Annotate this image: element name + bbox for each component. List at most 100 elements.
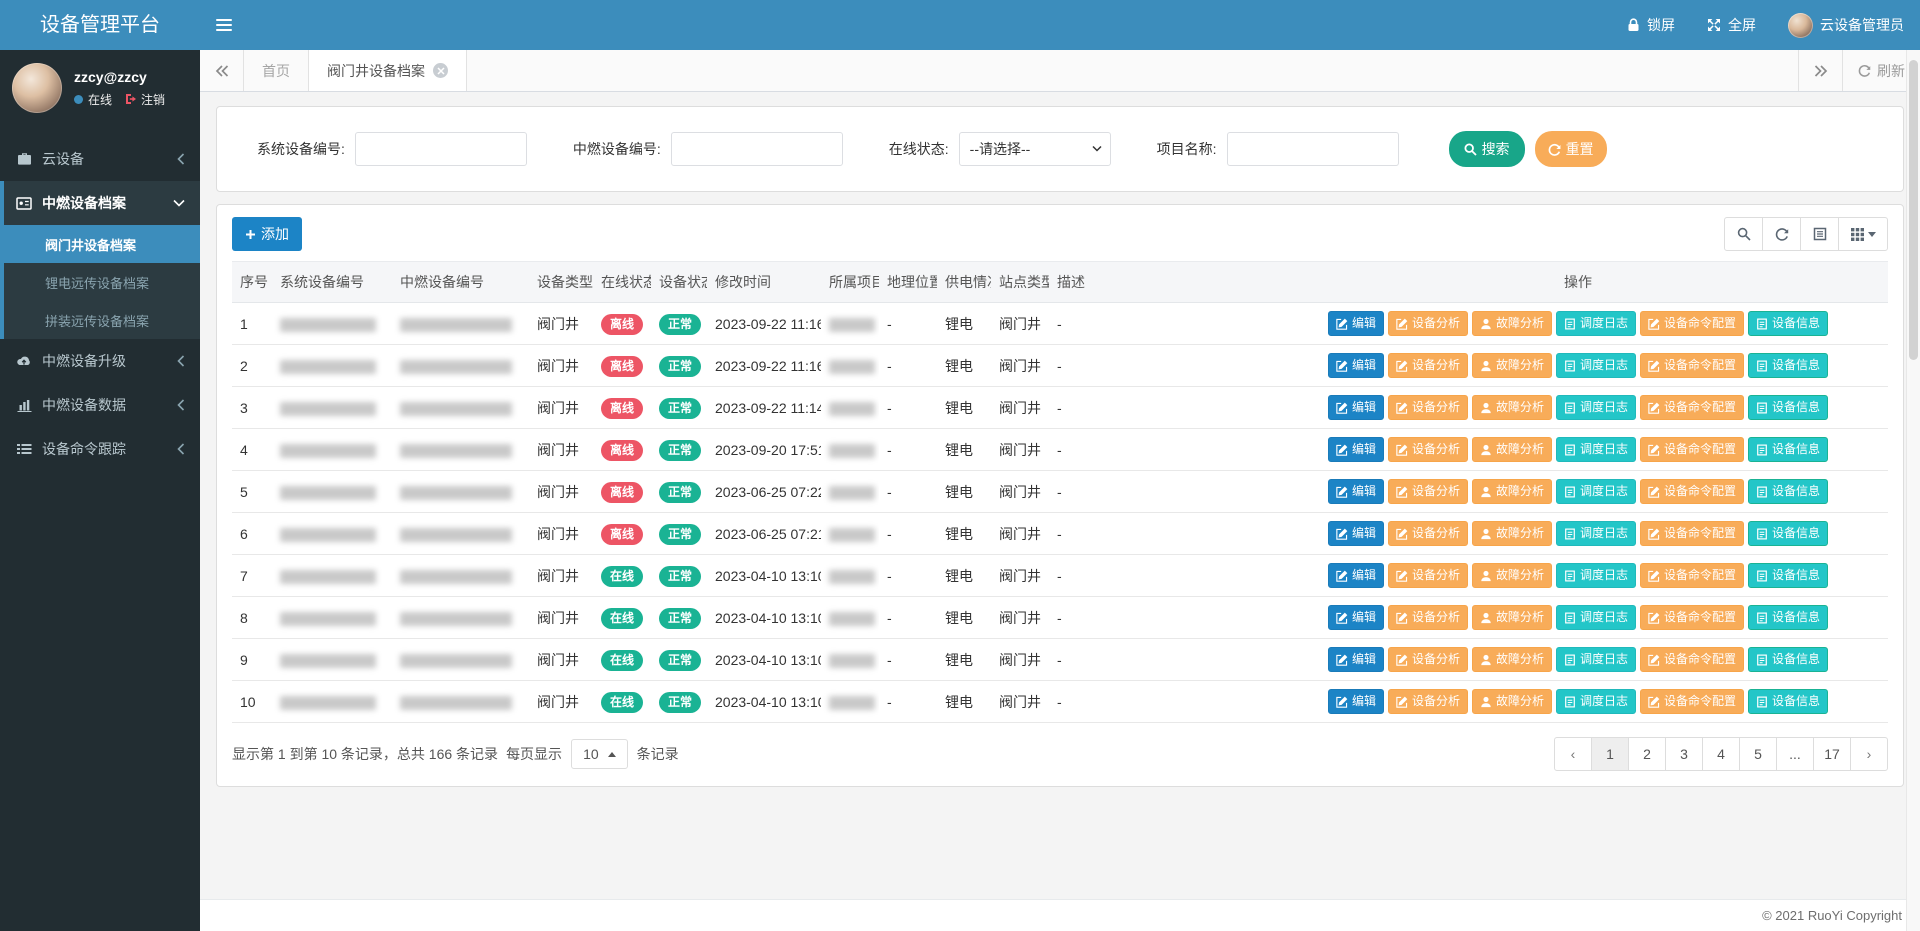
user-menu[interactable]: 云设备管理员 [1772, 0, 1920, 50]
action-button-故障分析[interactable]: 故障分析 [1472, 353, 1552, 378]
action-button-设备信息[interactable]: 设备信息 [1748, 605, 1828, 630]
tab-close-icon[interactable] [433, 63, 448, 78]
action-button-故障分析[interactable]: 故障分析 [1472, 395, 1552, 420]
action-button-设备信息[interactable]: 设备信息 [1748, 689, 1828, 714]
action-button-设备信息[interactable]: 设备信息 [1748, 563, 1828, 588]
action-button-调度日志[interactable]: 调度日志 [1556, 311, 1636, 336]
scrollbar-thumb[interactable] [1909, 60, 1918, 360]
action-button-编辑[interactable]: 编辑 [1328, 353, 1384, 378]
action-button-调度日志[interactable]: 调度日志 [1556, 437, 1636, 462]
action-button-调度日志[interactable]: 调度日志 [1556, 353, 1636, 378]
action-button-设备分析[interactable]: 设备分析 [1388, 563, 1468, 588]
action-button-调度日志[interactable]: 调度日志 [1556, 395, 1636, 420]
action-button-设备分析[interactable]: 设备分析 [1388, 311, 1468, 336]
toolbar-refresh-button[interactable] [1762, 217, 1801, 251]
action-button-故障分析[interactable]: 故障分析 [1472, 521, 1552, 546]
page-button-4[interactable]: 4 [1702, 737, 1740, 771]
page-button-1[interactable]: 1 [1591, 737, 1629, 771]
action-button-故障分析[interactable]: 故障分析 [1472, 647, 1552, 672]
action-button-编辑[interactable]: 编辑 [1328, 479, 1384, 504]
action-button-故障分析[interactable]: 故障分析 [1472, 479, 1552, 504]
tab-valve-well-archive[interactable]: 阀门井设备档案 [308, 50, 467, 91]
action-button-调度日志[interactable]: 调度日志 [1556, 605, 1636, 630]
sidebar-item-assembled-remote-archive[interactable]: 拼装远传设备档案 [4, 301, 200, 339]
action-button-设备命令配置[interactable]: 设备命令配置 [1640, 395, 1744, 420]
action-button-设备分析[interactable]: 设备分析 [1388, 521, 1468, 546]
sidebar-item-valve-well-archive[interactable]: 阀门井设备档案 [4, 225, 200, 263]
action-button-设备信息[interactable]: 设备信息 [1748, 311, 1828, 336]
action-button-故障分析[interactable]: 故障分析 [1472, 563, 1552, 588]
tabs-scroll-right-button[interactable] [1798, 50, 1842, 91]
action-button-设备分析[interactable]: 设备分析 [1388, 689, 1468, 714]
sidebar-item-command-tracking[interactable]: 设备命令跟踪 [0, 427, 200, 471]
action-button-设备信息[interactable]: 设备信息 [1748, 647, 1828, 672]
action-button-设备命令配置[interactable]: 设备命令配置 [1640, 647, 1744, 672]
action-button-设备信息[interactable]: 设备信息 [1748, 353, 1828, 378]
sidebar-item-device-data[interactable]: 中燃设备数据 [0, 383, 200, 427]
toolbar-columns-button[interactable] [1838, 217, 1888, 251]
sidebar-item-lithium-remote-archive[interactable]: 锂电远传设备档案 [4, 263, 200, 301]
action-button-故障分析[interactable]: 故障分析 [1472, 311, 1552, 336]
action-button-设备命令配置[interactable]: 设备命令配置 [1640, 437, 1744, 462]
page-button-‹[interactable]: ‹ [1554, 737, 1592, 771]
action-button-设备分析[interactable]: 设备分析 [1388, 647, 1468, 672]
action-button-设备命令配置[interactable]: 设备命令配置 [1640, 311, 1744, 336]
action-button-设备分析[interactable]: 设备分析 [1388, 437, 1468, 462]
action-button-编辑[interactable]: 编辑 [1328, 521, 1384, 546]
action-button-设备分析[interactable]: 设备分析 [1388, 395, 1468, 420]
toolbar-detail-view-button[interactable] [1800, 217, 1839, 251]
page-button-›[interactable]: › [1850, 737, 1888, 771]
tab-home[interactable]: 首页 [244, 50, 308, 91]
tabs-scroll-left-button[interactable] [200, 50, 244, 91]
page-button-17[interactable]: 17 [1813, 737, 1851, 771]
vertical-scrollbar[interactable] [1906, 50, 1920, 931]
action-button-设备分析[interactable]: 设备分析 [1388, 479, 1468, 504]
action-button-编辑[interactable]: 编辑 [1328, 605, 1384, 630]
action-button-编辑[interactable]: 编辑 [1328, 647, 1384, 672]
action-button-调度日志[interactable]: 调度日志 [1556, 647, 1636, 672]
action-button-编辑[interactable]: 编辑 [1328, 689, 1384, 714]
add-button[interactable]: 添加 [232, 217, 302, 251]
action-button-设备分析[interactable]: 设备分析 [1388, 353, 1468, 378]
action-button-设备命令配置[interactable]: 设备命令配置 [1640, 521, 1744, 546]
page-button-3[interactable]: 3 [1665, 737, 1703, 771]
sidebar-item-device-archive[interactable]: 中燃设备档案 [4, 181, 200, 225]
action-button-故障分析[interactable]: 故障分析 [1472, 437, 1552, 462]
action-button-编辑[interactable]: 编辑 [1328, 395, 1384, 420]
page-button-2[interactable]: 2 [1628, 737, 1666, 771]
page-button-5[interactable]: 5 [1739, 737, 1777, 771]
page-size-dropdown[interactable]: 10 [571, 739, 628, 769]
action-button-故障分析[interactable]: 故障分析 [1472, 689, 1552, 714]
fullscreen-button[interactable]: 全屏 [1691, 0, 1772, 50]
system-device-no-input[interactable] [355, 132, 527, 166]
sidebar-toggle-button[interactable] [200, 0, 248, 50]
action-button-设备命令配置[interactable]: 设备命令配置 [1640, 605, 1744, 630]
action-button-编辑[interactable]: 编辑 [1328, 311, 1384, 336]
lock-screen-button[interactable]: 锁屏 [1611, 0, 1691, 50]
action-button-调度日志[interactable]: 调度日志 [1556, 479, 1636, 504]
action-button-编辑[interactable]: 编辑 [1328, 437, 1384, 462]
action-button-设备信息[interactable]: 设备信息 [1748, 521, 1828, 546]
action-button-设备命令配置[interactable]: 设备命令配置 [1640, 689, 1744, 714]
online-status-select[interactable]: --请选择-- [959, 132, 1111, 166]
action-button-设备信息[interactable]: 设备信息 [1748, 479, 1828, 504]
app-title[interactable]: 设备管理平台 [0, 0, 200, 50]
project-name-input[interactable] [1227, 132, 1399, 166]
action-button-调度日志[interactable]: 调度日志 [1556, 521, 1636, 546]
action-button-设备命令配置[interactable]: 设备命令配置 [1640, 479, 1744, 504]
action-button-调度日志[interactable]: 调度日志 [1556, 563, 1636, 588]
sidebar-item-device-upgrade[interactable]: 中燃设备升级 [0, 339, 200, 383]
reset-button[interactable]: 重置 [1535, 131, 1607, 167]
action-button-调度日志[interactable]: 调度日志 [1556, 689, 1636, 714]
action-button-设备信息[interactable]: 设备信息 [1748, 437, 1828, 462]
action-button-设备命令配置[interactable]: 设备命令配置 [1640, 353, 1744, 378]
action-button-设备分析[interactable]: 设备分析 [1388, 605, 1468, 630]
action-button-故障分析[interactable]: 故障分析 [1472, 605, 1552, 630]
page-button-...[interactable]: ... [1776, 737, 1814, 771]
action-button-设备信息[interactable]: 设备信息 [1748, 395, 1828, 420]
action-button-编辑[interactable]: 编辑 [1328, 563, 1384, 588]
search-button[interactable]: 搜索 [1449, 131, 1525, 167]
toolbar-search-button[interactable] [1724, 217, 1763, 251]
zr-device-no-input[interactable] [671, 132, 843, 166]
sidebar-item-cloud-device[interactable]: 云设备 [0, 137, 200, 181]
